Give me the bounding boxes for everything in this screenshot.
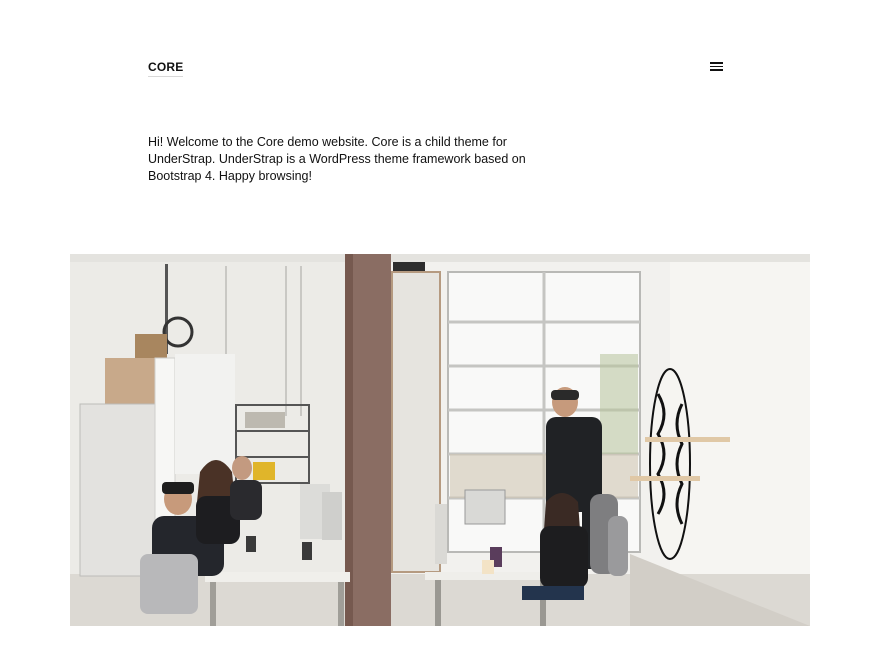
site-logo-link[interactable]: CORE bbox=[148, 60, 184, 77]
office-photo-illustration bbox=[70, 254, 810, 626]
hamburger-menu-icon bbox=[710, 62, 723, 64]
menu-toggle-button[interactable] bbox=[710, 62, 724, 72]
intro-text: Hi! Welcome to the Core demo website. Co… bbox=[148, 135, 526, 183]
hamburger-line bbox=[710, 65, 723, 67]
hamburger-line bbox=[710, 69, 723, 71]
site-header: CORE bbox=[148, 60, 724, 80]
hero-image bbox=[70, 254, 810, 626]
